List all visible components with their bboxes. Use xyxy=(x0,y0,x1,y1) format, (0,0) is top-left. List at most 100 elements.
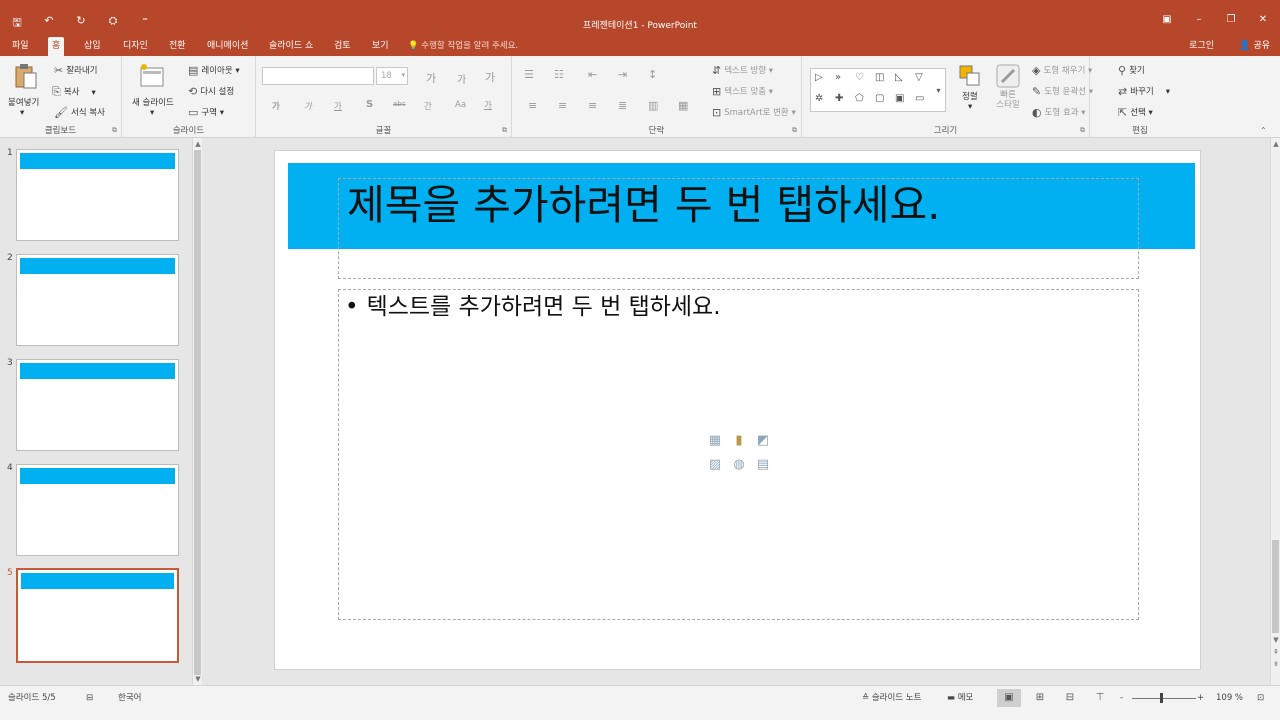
replace-button[interactable]: ⇄ 바꾸기 ▾ xyxy=(1118,85,1170,98)
callout-down-icon[interactable]: ▽ xyxy=(915,72,923,83)
reading-view-icon[interactable]: ⊟ xyxy=(1058,689,1082,707)
shrink-font-button[interactable]: 가 xyxy=(457,71,466,86)
quick-styles-button[interactable]: 빠른 스타일 xyxy=(996,90,1020,110)
clipboard-launcher-icon[interactable]: ⧉ xyxy=(112,126,117,135)
tab-view[interactable]: 보기 xyxy=(368,37,393,56)
numbering-icon[interactable]: ☷ xyxy=(554,68,564,81)
chevron-icon[interactable]: » xyxy=(835,72,841,83)
normal-view-icon[interactable]: ▣ xyxy=(997,689,1021,707)
format-painter-button[interactable]: 🖌 서식 복사 xyxy=(54,106,105,119)
layout-button[interactable]: ▤ 레이아웃 ▾ xyxy=(188,64,240,77)
paste-button[interactable]: 붙여넣기 xyxy=(8,96,39,108)
next-slide-icon[interactable]: ⇟ xyxy=(1271,660,1280,668)
cross-icon[interactable]: ✚ xyxy=(835,93,843,104)
cube-icon[interactable]: ◫ xyxy=(875,72,884,83)
close-icon[interactable]: ✕ xyxy=(1252,14,1274,25)
insert-picture-icon[interactable]: ▨ xyxy=(705,456,725,473)
minimize-icon[interactable]: – xyxy=(1188,14,1210,25)
align-text-button[interactable]: ⊞ 텍스트 맞춤 ▾ xyxy=(712,85,773,98)
arrange-dropdown-icon[interactable]: ▾ xyxy=(968,102,972,112)
new-slide-icon[interactable] xyxy=(138,62,166,90)
slide-thumbnail-5[interactable] xyxy=(16,568,179,663)
smartart-button[interactable]: ⊡ SmartArt로 변환 ▾ xyxy=(712,106,796,119)
reset-button[interactable]: ⟲ 다시 설정 xyxy=(188,85,234,98)
font-size-input[interactable]: 18 ▾ xyxy=(376,67,408,85)
text-direction-button[interactable]: ⇵ 텍스트 방향 ▾ xyxy=(712,64,773,77)
bold-button[interactable]: 가 xyxy=(272,100,280,112)
sign-in-link[interactable]: 로그인 xyxy=(1189,37,1214,55)
frame-icon[interactable]: ▣ xyxy=(895,93,904,104)
insert-table-icon[interactable]: ▦ xyxy=(705,432,725,449)
insert-video-icon[interactable]: ▤ xyxy=(753,456,773,473)
slide-scrollbar[interactable]: ▲ ▼ ⇞ ⇟ xyxy=(1270,138,1280,685)
slide-thumbnail-3[interactable] xyxy=(16,359,179,451)
strikethrough-button[interactable]: abc xyxy=(393,100,406,108)
zoom-slider[interactable] xyxy=(1132,698,1196,699)
scroll-up-icon[interactable]: ▲ xyxy=(193,140,203,148)
drawing-launcher-icon[interactable]: ⧉ xyxy=(1080,126,1085,135)
arrange-icon[interactable] xyxy=(956,62,984,90)
change-case-button[interactable]: Aa xyxy=(455,100,466,110)
arrange-button[interactable]: 정렬 xyxy=(962,90,978,102)
font-color-button[interactable]: 가 xyxy=(484,99,492,111)
collapse-ribbon-icon[interactable]: ⌃ xyxy=(1260,126,1267,135)
paragraph-launcher-icon[interactable]: ⧉ xyxy=(792,126,797,135)
zoom-out-button[interactable]: - xyxy=(1120,692,1123,704)
font-name-input[interactable] xyxy=(262,67,374,85)
copy-button[interactable]: ⎘ 복사 ▾ xyxy=(52,85,96,99)
slide-sorter-icon[interactable]: ⊞ xyxy=(1028,689,1052,707)
notes-button[interactable]: ≙ 슬라이드 노트 xyxy=(862,692,921,704)
slideshow-view-icon[interactable]: ⊤ xyxy=(1088,689,1112,707)
pentagon-icon[interactable]: ⬠ xyxy=(855,93,864,104)
insert-online-picture-icon[interactable]: ◍ xyxy=(729,456,749,473)
shape-effects-button[interactable]: ◐ 도형 효과 ▾ xyxy=(1032,106,1086,119)
paste-icon[interactable] xyxy=(12,62,40,90)
zoom-slider-handle[interactable] xyxy=(1160,693,1163,703)
insert-smartart-icon[interactable]: ◩ xyxy=(753,432,773,449)
section-button[interactable]: ▭ 구역 ▾ xyxy=(188,106,224,119)
grow-font-button[interactable]: 가 xyxy=(426,70,436,86)
shapes-gallery[interactable]: ▷ » ♡ ◫ ◺ ▽ ✲ ✚ ⬠ ▢ ▣ ▭ xyxy=(810,68,938,112)
scroll-thumb[interactable] xyxy=(194,150,201,675)
new-slide-button[interactable]: 새 슬라이드 xyxy=(132,96,174,108)
character-spacing-button[interactable]: 간 xyxy=(424,100,432,112)
paste-dropdown-icon[interactable]: ▾ xyxy=(20,108,24,118)
previous-slide-icon[interactable]: ⇞ xyxy=(1271,648,1280,656)
slide-thumbnail-1[interactable] xyxy=(16,149,179,241)
justify-icon[interactable]: ≣ xyxy=(618,99,627,112)
increase-indent-icon[interactable]: ⇥ xyxy=(618,68,627,81)
rectangle-icon[interactable]: ▭ xyxy=(915,93,924,104)
star-icon[interactable]: ✲ xyxy=(815,93,823,104)
shape-outline-button[interactable]: ✎ 도형 윤곽선 ▾ xyxy=(1032,85,1093,98)
comments-button[interactable]: ▬ 메모 xyxy=(947,692,973,704)
replace-dropdown-icon[interactable]: ▾ xyxy=(1166,87,1170,97)
content-placeholder[interactable]: • 텍스트를 추가하려면 두 번 탭하세요. ▦ ▮ ◩ ▨ ◍ ▤ xyxy=(338,289,1139,620)
bullets-icon[interactable]: ☰ xyxy=(524,68,534,81)
align-center-icon[interactable]: ≡ xyxy=(558,99,567,112)
slide-thumbnail-4[interactable] xyxy=(16,464,179,556)
insert-chart-icon[interactable]: ▮ xyxy=(729,432,749,449)
scroll-up-icon[interactable]: ▲ xyxy=(1271,140,1280,148)
heart-icon[interactable]: ♡ xyxy=(855,72,864,83)
underline-button[interactable]: 가 xyxy=(334,100,342,112)
decrease-indent-icon[interactable]: ⇤ xyxy=(588,68,597,81)
language-indicator[interactable]: 한국어 xyxy=(118,692,141,704)
shape-fill-button[interactable]: ◈ 도형 채우기 ▾ xyxy=(1032,64,1092,77)
clear-formatting-button[interactable]: 가 xyxy=(485,69,495,85)
tell-me-box[interactable]: 💡 수행할 작업을 알려 주세요. xyxy=(408,37,518,55)
find-button[interactable]: ⚲ 찾기 xyxy=(1118,64,1145,77)
align-left-icon[interactable]: ≡ xyxy=(528,99,537,112)
share-button[interactable]: 👤 공유 xyxy=(1239,37,1270,55)
tab-review[interactable]: 검토 xyxy=(330,37,355,56)
fit-to-window-icon[interactable]: ⊡ xyxy=(1257,692,1264,704)
tab-animations[interactable]: 애니메이션 xyxy=(203,37,252,56)
paragraph-direction-icon[interactable]: ▦ xyxy=(678,99,688,112)
font-launcher-icon[interactable]: ⧉ xyxy=(502,126,507,135)
restore-icon[interactable]: ❐ xyxy=(1220,14,1242,25)
tab-insert[interactable]: 삽입 xyxy=(80,37,105,56)
shadow-button[interactable]: S xyxy=(366,99,373,110)
speech-bubble-icon[interactable]: ▢ xyxy=(875,93,884,104)
spell-check-icon[interactable]: ⊟ xyxy=(86,692,93,704)
pentagon-arrow-icon[interactable]: ▷ xyxy=(815,72,823,83)
tab-slideshow[interactable]: 슬라이드 쇼 xyxy=(265,37,317,56)
